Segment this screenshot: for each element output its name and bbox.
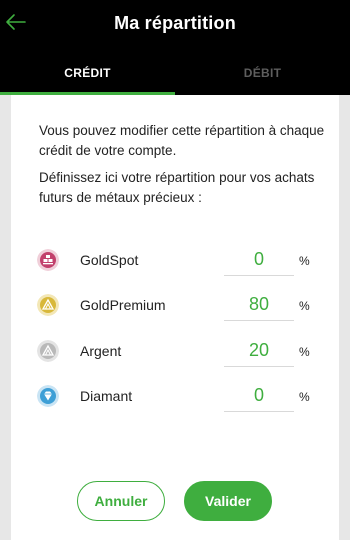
allocation-label-argent: Argent — [80, 343, 122, 359]
page-title: Ma répartition — [114, 13, 236, 33]
instruction-text: Définissez ici votre répartition pour vo… — [39, 170, 315, 205]
silver-icon — [37, 340, 59, 362]
allocation-label-goldpremium: GoldPremium — [80, 297, 166, 313]
allocation-label-diamant: Diamant — [80, 388, 133, 404]
allocation-row-argent: Argent % — [37, 333, 327, 369]
diamant-percent-input[interactable] — [224, 380, 294, 412]
percent-sign: % — [299, 345, 310, 359]
percent-sign: % — [299, 390, 310, 404]
intro-text: Vous pouvez modifier cette répartition à… — [39, 123, 325, 158]
goldspot-icon — [37, 249, 59, 271]
goldspot-percent-input[interactable] — [224, 244, 294, 276]
allocation-card: Vous pouvez modifier cette répartition à… — [11, 95, 339, 540]
diamond-icon — [37, 385, 59, 407]
tab-credit[interactable]: CRÉDIT — [0, 66, 175, 80]
goldpremium-percent-input[interactable] — [224, 289, 294, 321]
percent-sign: % — [299, 299, 310, 313]
allocation-row-diamant: Diamant % — [37, 378, 327, 414]
cancel-button[interactable]: Annuler — [77, 481, 165, 521]
allocation-row-goldpremium: GoldPremium % — [37, 287, 327, 323]
app-header: Ma répartition CRÉDIT DÉBIT — [0, 0, 350, 95]
allocation-row-goldspot: GoldSpot % — [37, 242, 327, 278]
allocation-label-goldspot: GoldSpot — [80, 252, 139, 268]
validate-button[interactable]: Valider — [184, 481, 272, 521]
argent-percent-input[interactable] — [224, 335, 294, 367]
goldpremium-icon — [37, 294, 59, 316]
tab-debit[interactable]: DÉBIT — [175, 66, 350, 80]
percent-sign: % — [299, 254, 310, 268]
